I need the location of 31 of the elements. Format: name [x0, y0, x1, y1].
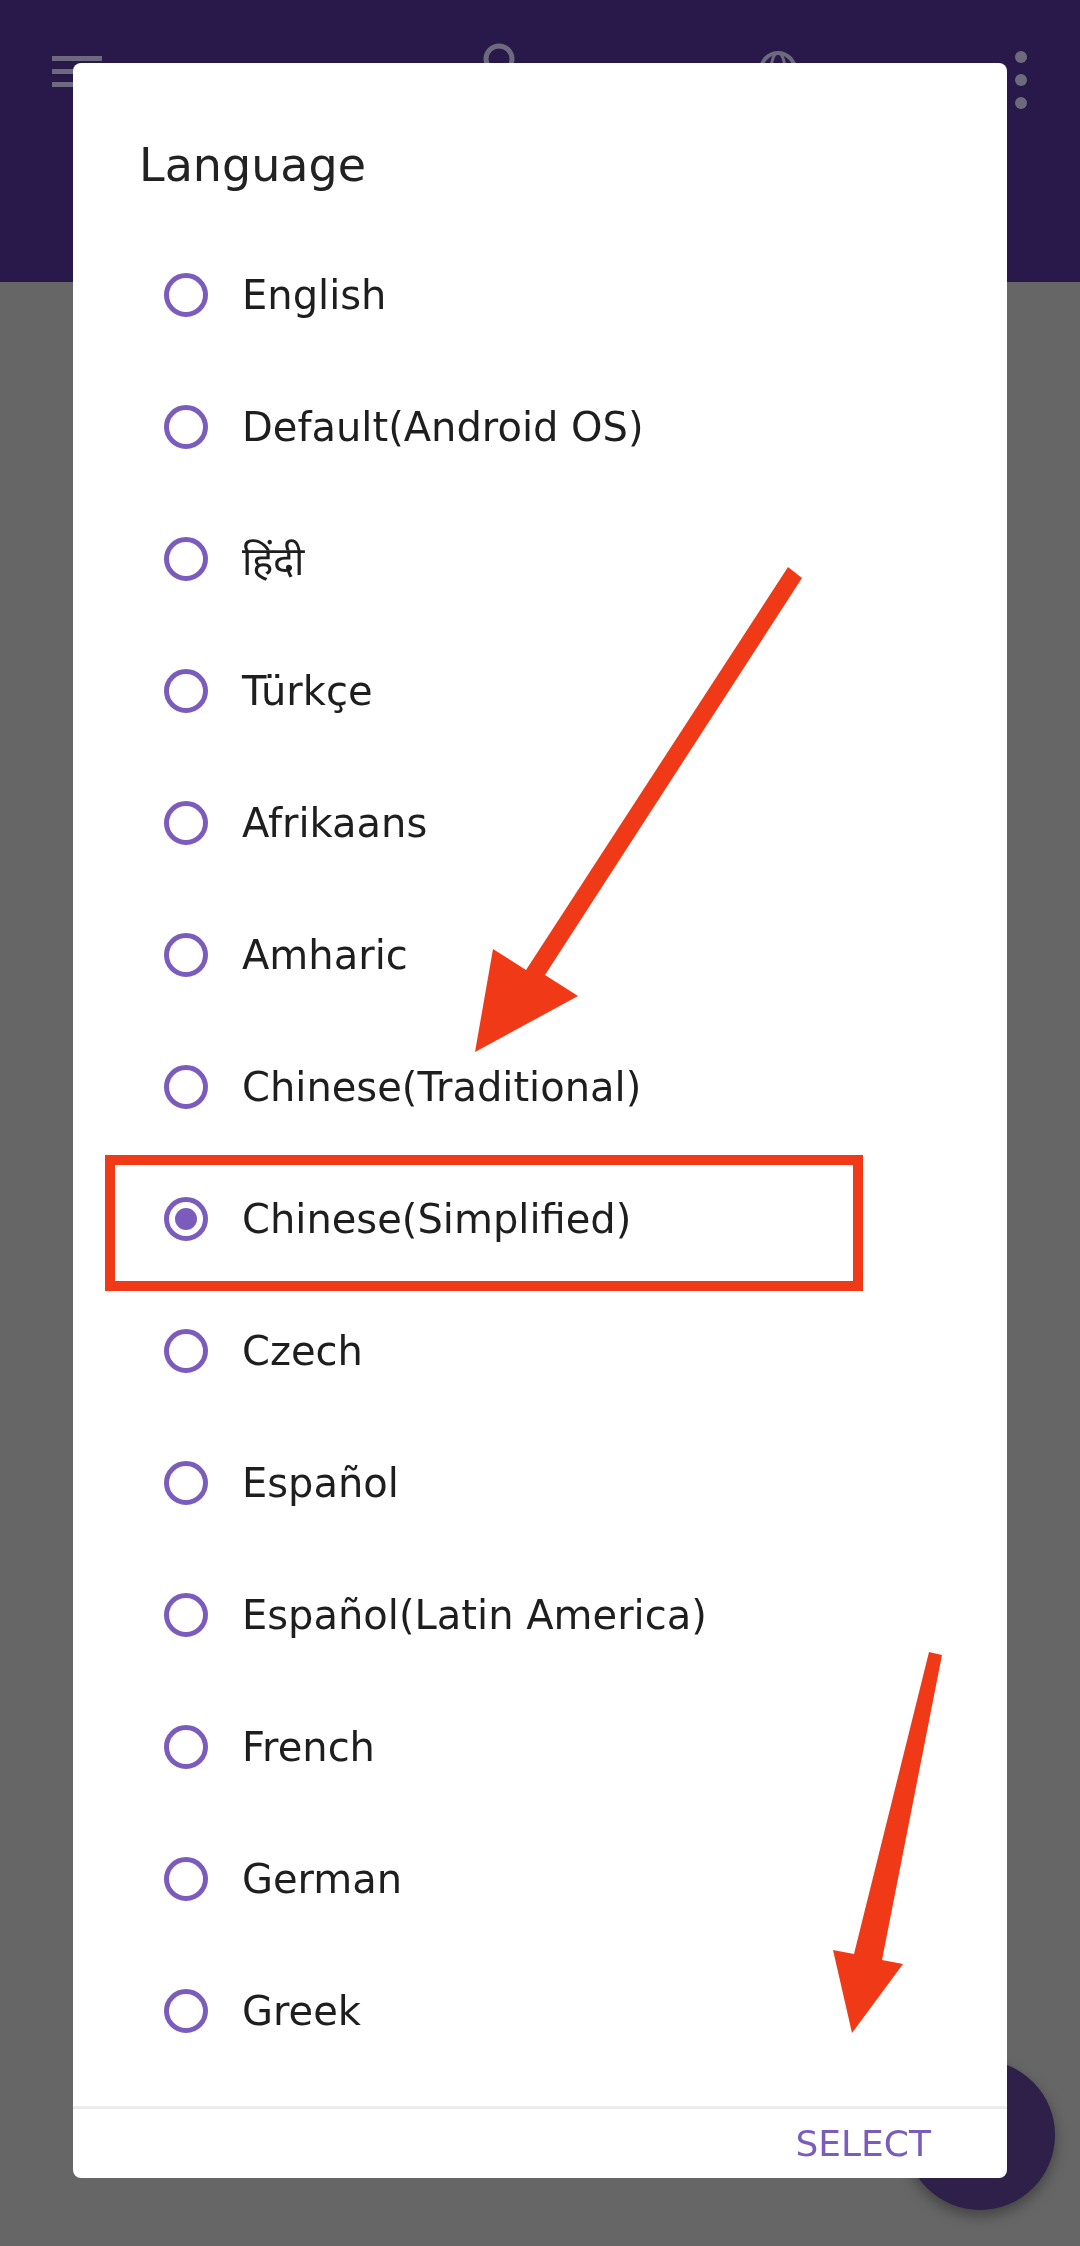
language-option[interactable]: English: [73, 229, 1007, 361]
radio-button[interactable]: [164, 405, 208, 449]
radio-button[interactable]: [164, 1461, 208, 1505]
language-option[interactable]: Chinese(Traditional): [73, 1021, 1007, 1153]
more-icon[interactable]: [1014, 50, 1028, 110]
language-option[interactable]: Greek: [73, 1945, 1007, 2077]
language-option[interactable]: हिंदी: [73, 493, 1007, 625]
language-option[interactable]: Czech: [73, 1285, 1007, 1417]
language-option[interactable]: Afrikaans: [73, 757, 1007, 889]
select-button[interactable]: SELECT: [779, 2109, 947, 2178]
radio-button[interactable]: [164, 273, 208, 317]
radio-button[interactable]: [164, 1065, 208, 1109]
dialog-title: Language: [139, 137, 366, 194]
radio-button[interactable]: [164, 1857, 208, 1901]
language-option[interactable]: German: [73, 1813, 1007, 1945]
radio-button[interactable]: [164, 537, 208, 581]
radio-button[interactable]: [164, 1329, 208, 1373]
language-option[interactable]: Español: [73, 1417, 1007, 1549]
language-option[interactable]: Chinese(Simplified): [73, 1153, 1007, 1285]
language-option[interactable]: Amharic: [73, 889, 1007, 1021]
language-option[interactable]: French: [73, 1681, 1007, 1813]
language-option[interactable]: Türkçe: [73, 625, 1007, 757]
radio-button[interactable]: [164, 1725, 208, 1769]
radio-button[interactable]: [164, 1593, 208, 1637]
radio-button[interactable]: [164, 801, 208, 845]
language-option[interactable]: Default(Android OS): [73, 361, 1007, 493]
radio-button[interactable]: [164, 669, 208, 713]
radio-button[interactable]: [164, 1197, 208, 1241]
language-option[interactable]: Español(Latin America): [73, 1549, 1007, 1681]
radio-button[interactable]: [164, 933, 208, 977]
radio-button[interactable]: [164, 1989, 208, 2033]
